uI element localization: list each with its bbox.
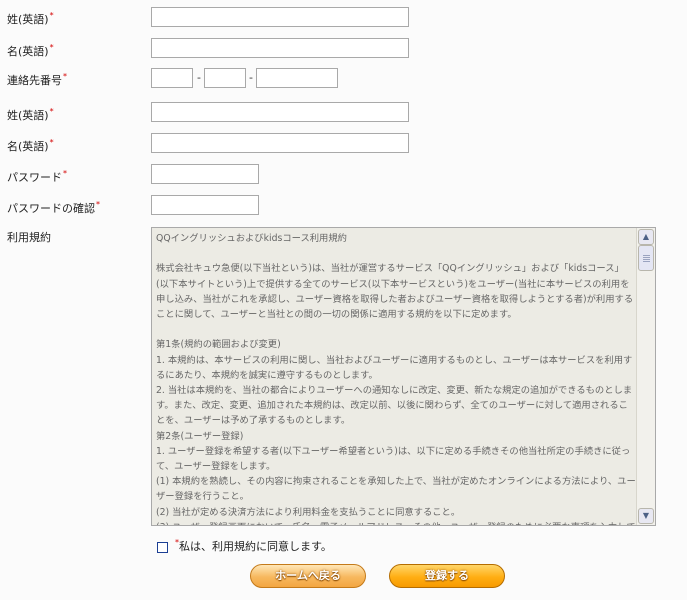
required-mark: *: [49, 11, 54, 20]
agree-label: 私は、利用規約に同意します。: [179, 540, 332, 553]
first-name-en-label: 名(英語)*: [7, 43, 54, 58]
required-mark: *: [96, 200, 100, 209]
terms-scrollbar[interactable]: ▲ ▼: [636, 228, 655, 525]
agree-row: *私は、利用規約に同意します。: [157, 538, 332, 554]
terms-text: QQイングリッシュおよびkidsコース利用規約 株式会社キュウ急便(以下当社とい…: [156, 233, 636, 525]
scroll-thumb[interactable]: [638, 245, 654, 271]
scroll-up-icon[interactable]: ▲: [638, 229, 654, 245]
terms-textarea[interactable]: QQイングリッシュおよびkidsコース利用規約 株式会社キュウ急便(以下当社とい…: [151, 227, 656, 526]
agree-checkbox[interactable]: [157, 541, 168, 553]
password-confirm-label: パスワードの確認*: [7, 200, 100, 215]
required-mark: *: [49, 107, 54, 116]
first-name-en-input[interactable]: [151, 38, 409, 58]
required-mark: *: [49, 43, 54, 52]
last-name-en-label: 姓(英語)*: [7, 11, 54, 26]
first-name-en-label-2: 名(英語)*: [7, 138, 54, 153]
required-mark: *: [63, 169, 67, 178]
last-name-en-input[interactable]: [151, 7, 409, 27]
phone-separator: -: [197, 71, 201, 84]
required-mark: *: [49, 138, 54, 147]
password-label: パスワード*: [7, 169, 67, 184]
password-input[interactable]: [151, 164, 259, 184]
home-button[interactable]: ホームへ戻る: [250, 564, 366, 588]
last-name-en-input-2[interactable]: [151, 102, 409, 122]
phone-part1-input[interactable]: [151, 68, 193, 88]
required-mark: *: [63, 72, 67, 81]
scroll-down-icon[interactable]: ▼: [638, 508, 654, 524]
password-confirm-input[interactable]: [151, 195, 259, 215]
first-name-en-input-2[interactable]: [151, 133, 409, 153]
last-name-en-label-2: 姓(英語)*: [7, 107, 54, 122]
register-button[interactable]: 登録する: [389, 564, 505, 588]
phone-part3-input[interactable]: [256, 68, 338, 88]
terms-label: 利用規約: [7, 231, 51, 244]
phone-part2-input[interactable]: [204, 68, 246, 88]
phone-separator: -: [249, 71, 253, 84]
phone-label: 連絡先番号*: [7, 72, 67, 87]
